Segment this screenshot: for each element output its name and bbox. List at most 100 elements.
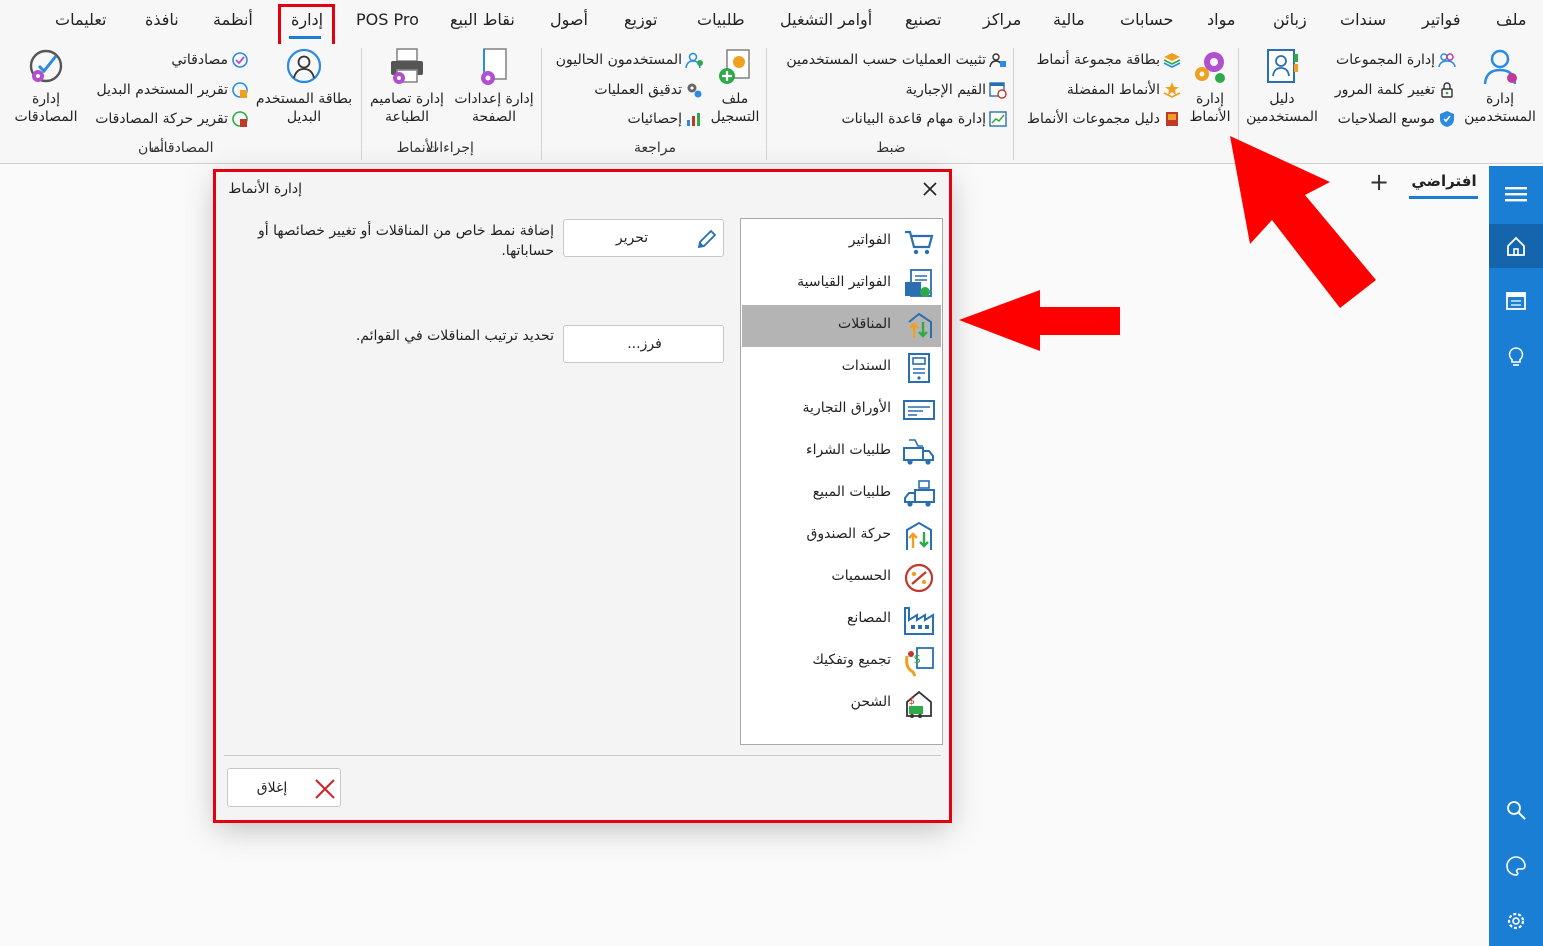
user-online-icon — [685, 52, 703, 69]
group-label-approvals: المصادقات — [150, 140, 214, 156]
printer-icon — [391, 48, 423, 84]
lock-icon — [1441, 82, 1453, 98]
book-icon — [1166, 112, 1178, 126]
my-approvals-button[interactable]: مصادقاتي — [171, 51, 249, 69]
home-icon — [1507, 236, 1525, 256]
form-clock-icon — [989, 82, 1007, 99]
menu-work-orders[interactable]: أوامر التشغيل — [780, 10, 872, 29]
user-guide-icon — [1267, 49, 1298, 83]
tips-button[interactable] — [1489, 335, 1543, 379]
audit-operations-label: تدقيق العمليات — [594, 82, 682, 98]
lightbulb-icon — [1508, 347, 1524, 366]
favorite-patterns-label: الأنماط المفضلة — [1066, 82, 1160, 98]
pattern-groups-guide-label: دليل مجموعات الأنماط — [1027, 111, 1160, 127]
approvals-movement-icon — [232, 111, 248, 127]
change-password-button[interactable]: تغيير كلمة المرور — [1335, 81, 1456, 99]
ribbon-separator — [541, 48, 542, 160]
pattern-group-card-button[interactable]: بطاقة مجموعة أنماط — [1036, 51, 1181, 69]
gear-icon — [1507, 912, 1525, 930]
menu-window[interactable]: نافذة — [145, 10, 179, 29]
menu-materials[interactable]: مواد — [1207, 10, 1235, 29]
db-tasks-label: إدارة مهام قاعدة البيانات — [841, 111, 986, 127]
db-tasks-button[interactable]: إدارة مهام قاعدة البيانات — [841, 110, 1007, 128]
substitute-report-icon — [232, 82, 248, 98]
log-file-button[interactable]: ملف التسجيل — [706, 46, 764, 126]
substitute-user-report-button[interactable]: تقرير المستخدم البديل — [97, 81, 249, 99]
ribbon-separator — [361, 48, 362, 160]
ribbon-separator — [766, 48, 767, 160]
current-users-label: المستخدمون الحاليون — [555, 52, 682, 68]
menu-centers[interactable]: مراكز — [983, 10, 1021, 29]
approvals-movement-report-button[interactable]: تقرير حركة المصادقات — [95, 110, 249, 128]
audit-gears-icon — [687, 83, 702, 98]
star-layers-icon — [1163, 82, 1181, 98]
lock-ops-by-users-button[interactable]: تثبيت العمليات حسب المستخدمين — [786, 51, 1007, 69]
manage-approvals-icon — [29, 49, 63, 83]
manage-patterns-button[interactable]: إدارة الأنماط — [1186, 46, 1234, 126]
manage-groups-button[interactable]: إدارة المجموعات — [1336, 51, 1456, 69]
manage-approvals-button[interactable]: إدارة المصادقات — [6, 46, 86, 126]
page-settings-button[interactable]: إدارة إعدادات الصفحة — [450, 46, 538, 126]
page-settings-label: إدارة إعدادات الصفحة — [454, 91, 534, 125]
menu-distribution[interactable]: توزيع — [624, 10, 657, 29]
annotation-box-menu — [278, 4, 335, 48]
change-password-label: تغيير كلمة المرور — [1334, 82, 1435, 98]
users-lock-icon — [989, 53, 1006, 68]
users-guide-button[interactable]: دليل المستخدمين — [1244, 46, 1320, 126]
manage-groups-label: إدارة المجموعات — [1336, 52, 1435, 68]
group-label-control: ضبط — [876, 140, 906, 156]
substitute-user-card-button[interactable]: بطاقة المستخدم البديل — [252, 46, 356, 126]
lock-ops-by-users-label: تثبيت العمليات حسب المستخدمين — [786, 52, 986, 68]
layers-icon — [1163, 53, 1181, 68]
groups-icon — [1438, 53, 1456, 68]
tab-default[interactable]: افتراضي — [1410, 172, 1478, 190]
favorite-patterns-button[interactable]: الأنماط المفضلة — [1067, 81, 1181, 99]
menu-finance[interactable]: مالية — [1053, 10, 1085, 29]
home-button[interactable] — [1489, 224, 1543, 268]
menu-customers[interactable]: زبائن — [1273, 10, 1307, 29]
window-chart-icon — [989, 111, 1007, 127]
menu-invoices[interactable]: فواتير — [1422, 10, 1460, 29]
pattern-groups-guide-button[interactable]: دليل مجموعات الأنماط — [1027, 110, 1181, 128]
search-icon — [1507, 801, 1526, 820]
menu-manufacturing[interactable]: تصنيع — [905, 10, 942, 29]
search-button[interactable] — [1489, 788, 1543, 832]
print-designs-label: إدارة تصاميم الطباعة — [370, 91, 444, 125]
menu-file[interactable]: ملف — [1496, 10, 1526, 29]
shield-icon — [1440, 111, 1454, 127]
menu-orders[interactable]: طلبيات — [697, 10, 745, 29]
menu-bar: ملف فواتير سندات زبائن مواد حسابات مالية… — [0, 0, 1543, 44]
print-designs-button[interactable]: إدارة تصاميم الطباعة — [364, 46, 450, 126]
menu-assets[interactable]: أصول — [550, 10, 588, 29]
menu-pos[interactable]: نقاط البيع — [450, 10, 515, 29]
gears-icon — [1195, 52, 1225, 83]
statistics-label: إحصائيات — [627, 111, 682, 127]
group-label-review: مراجعة — [633, 140, 677, 156]
palette-icon — [1506, 856, 1526, 876]
tab-active-underline — [1409, 196, 1478, 199]
approvals-movement-report-label: تقرير حركة المصادقات — [95, 111, 228, 127]
manage-approvals-label: إدارة المصادقات — [14, 91, 78, 125]
page-settings-icon — [481, 48, 507, 85]
current-users-button[interactable]: المستخدمون الحاليون — [556, 51, 703, 69]
annotation-box-dialog — [213, 169, 952, 823]
annotation-arrow-ribbon — [1230, 136, 1376, 308]
mandatory-values-button[interactable]: القيم الإجبارية — [906, 81, 1007, 99]
calendar-icon — [1506, 292, 1526, 310]
calendar-button[interactable] — [1489, 278, 1543, 322]
menu-accounts[interactable]: حسابات — [1120, 10, 1173, 29]
menu-help[interactable]: تعليمات — [55, 10, 106, 29]
menu-vouchers[interactable]: سندات — [1340, 10, 1386, 29]
menu-systems[interactable]: أنظمة — [213, 10, 253, 29]
menu-toggle-button[interactable] — [1489, 172, 1543, 216]
audit-operations-button[interactable]: تدقيق العمليات — [594, 81, 703, 99]
group-label-procedures: إجراءات — [426, 140, 474, 156]
statistics-button[interactable]: إحصائيات — [627, 110, 703, 128]
substitute-user-card-label: بطاقة المستخدم البديل — [255, 91, 353, 125]
log-file-icon — [719, 49, 750, 84]
manage-users-button[interactable]: إدارة المستخدمين — [1460, 46, 1540, 126]
theme-button[interactable] — [1489, 844, 1543, 888]
settings-button[interactable] — [1489, 899, 1543, 943]
menu-pos-pro[interactable]: POS Pro — [356, 10, 419, 29]
substitute-user-report-label: تقرير المستخدم البديل — [96, 82, 228, 98]
